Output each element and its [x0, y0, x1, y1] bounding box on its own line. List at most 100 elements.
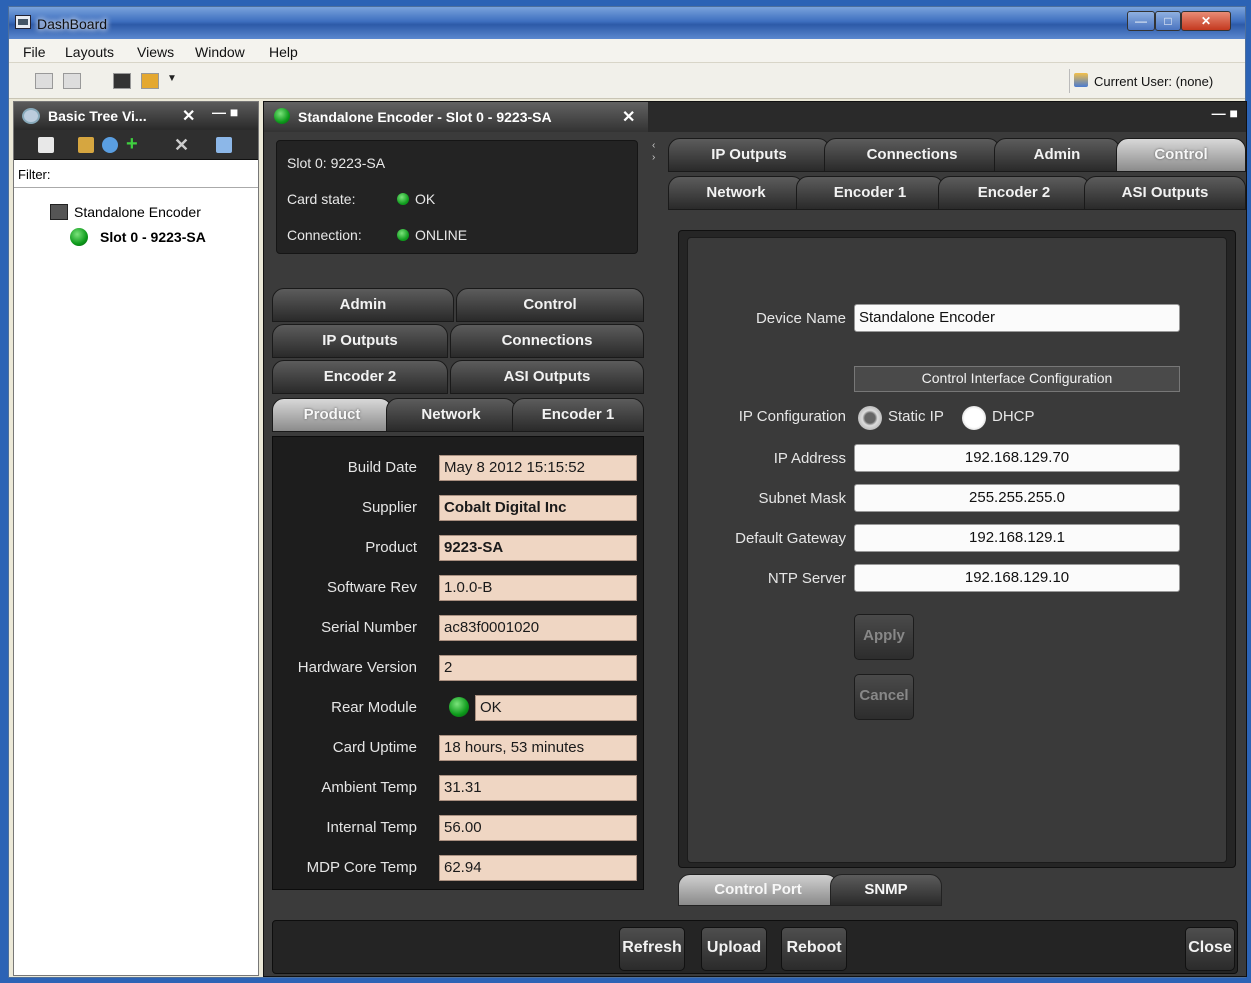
splitter-arrows-icon[interactable]: ‹ › [652, 140, 660, 166]
hardware-version-value: 2 [439, 655, 637, 681]
tab-product[interactable]: Product [272, 398, 392, 432]
static-ip-label: Static IP [888, 408, 944, 425]
encoder-minmax-icon[interactable]: — ■ [1212, 105, 1238, 121]
tab-control-port[interactable]: Control Port [678, 874, 838, 906]
upload-button[interactable]: Upload [701, 927, 767, 971]
dashboard-window: DashBoard — □ ✕ File Layouts Views Windo… [8, 6, 1247, 978]
save-icon[interactable] [35, 73, 53, 89]
copy-icon[interactable] [63, 73, 81, 89]
current-user: Current User: (none) [1069, 69, 1239, 93]
title-bar[interactable]: DashBoard — □ ✕ [9, 7, 1245, 39]
software-rev-label: Software Rev [326, 579, 417, 596]
tab-ip-outputs-right[interactable]: IP Outputs [668, 138, 830, 172]
reboot-button[interactable]: Reboot [781, 927, 847, 971]
tab-asi-outputs-left[interactable]: ASI Outputs [450, 360, 644, 394]
tab-encoder2-left[interactable]: Encoder 2 [272, 360, 448, 394]
hardware-version-label: Hardware Version [297, 659, 417, 676]
card-state-led-icon [397, 193, 409, 205]
camera-icon[interactable] [113, 73, 131, 89]
tree-tab-title: Basic Tree Vi... [48, 108, 147, 124]
encoder-close-icon[interactable]: ✕ [622, 107, 635, 127]
tab-network-left[interactable]: Network [386, 398, 516, 432]
connect-icon[interactable] [141, 73, 159, 89]
tree-root-item[interactable]: Standalone Encoder [74, 204, 201, 220]
mdp-core-temp-label: MDP Core Temp [306, 859, 417, 876]
tree-tab[interactable]: Basic Tree Vi... ✕ — ■ [14, 102, 258, 130]
menu-file[interactable]: File [23, 44, 46, 60]
save-tree-icon[interactable] [38, 137, 54, 153]
tab-control-right[interactable]: Control [1116, 138, 1246, 172]
ip-config-label: IP Configuration [738, 408, 846, 425]
dhcp-radio[interactable] [962, 406, 986, 430]
tab-admin-right[interactable]: Admin [994, 138, 1120, 172]
add-icon[interactable]: + [126, 134, 142, 154]
app-icon [15, 15, 31, 29]
control-port-panel: Device Name Standalone Encoder Control I… [687, 237, 1227, 863]
connection-label: Connection: [287, 227, 362, 243]
refresh-icon[interactable] [102, 137, 118, 153]
tab-asi-outputs-right[interactable]: ASI Outputs [1084, 176, 1246, 210]
encoder-panel: Standalone Encoder - Slot 0 - 9223-SA ✕ … [263, 101, 1247, 977]
tab-network-right[interactable]: Network [668, 176, 804, 210]
tab-encoder2-right[interactable]: Encoder 2 [938, 176, 1090, 210]
device-name-input[interactable]: Standalone Encoder [854, 304, 1180, 332]
serial-number-value: ac83f0001020 [439, 615, 637, 641]
ambient-temp-value: 31.31 [439, 775, 637, 801]
rear-module-value: OK [475, 695, 637, 721]
default-gateway-label: Default Gateway [735, 530, 846, 547]
dhcp-label: DHCP [992, 408, 1035, 425]
product-panel: Build Date May 8 2012 15:15:52 Supplier … [272, 436, 644, 890]
ntp-server-input[interactable]: 192.168.129.10 [854, 564, 1180, 592]
ip-address-input[interactable]: 192.168.129.70 [854, 444, 1180, 472]
encoder-status-icon [274, 108, 290, 124]
tree-minmax-icon[interactable]: — ■ [212, 104, 238, 120]
dropdown-arrow-icon[interactable]: ▼ [167, 73, 177, 84]
subnet-mask-label: Subnet Mask [758, 490, 846, 507]
connection-led-icon [397, 229, 409, 241]
tree-view-icon[interactable] [216, 137, 232, 153]
tab-control-left[interactable]: Control [456, 288, 644, 322]
menu-layouts[interactable]: Layouts [65, 44, 114, 60]
minimize-button[interactable]: — [1127, 11, 1155, 31]
menu-help[interactable]: Help [269, 44, 298, 60]
tab-encoder1-left[interactable]: Encoder 1 [512, 398, 644, 432]
tab-connections-left[interactable]: Connections [450, 324, 644, 358]
card-state-value: OK [415, 191, 436, 207]
supplier-label: Supplier [361, 499, 417, 516]
software-rev-value: 1.0.0-B [439, 575, 637, 601]
filter-field[interactable]: Filter: [14, 160, 258, 188]
remove-icon[interactable]: ✕ [174, 136, 190, 154]
apply-button[interactable]: Apply [854, 614, 914, 660]
current-user-label: Current User: (none) [1094, 74, 1214, 89]
tab-snmp[interactable]: SNMP [830, 874, 942, 906]
card-uptime-label: Card Uptime [332, 739, 417, 756]
default-gateway-input[interactable]: 192.168.129.1 [854, 524, 1180, 552]
wand-icon[interactable] [78, 137, 94, 153]
tree-panel: Basic Tree Vi... ✕ — ■ + ✕ Filter: Stand… [13, 101, 259, 976]
tab-connections-right[interactable]: Connections [824, 138, 1000, 172]
refresh-button[interactable]: Refresh [619, 927, 685, 971]
rear-module-label: Rear Module [331, 699, 417, 716]
product-value: 9223-SA [439, 535, 637, 561]
serial-number-label: Serial Number [321, 619, 417, 636]
action-bar: Refresh Upload Reboot Close [272, 920, 1238, 974]
menu-window[interactable]: Window [195, 44, 245, 60]
encoder-node-icon [50, 204, 68, 220]
card-uptime-value: 18 hours, 53 minutes [439, 735, 637, 761]
tab-ip-outputs-left[interactable]: IP Outputs [272, 324, 448, 358]
close-window-button[interactable]: ✕ [1181, 11, 1231, 31]
user-icon [1074, 73, 1088, 87]
tab-admin-left[interactable]: Admin [272, 288, 454, 322]
internal-temp-label: Internal Temp [326, 819, 417, 836]
tab-encoder1-right[interactable]: Encoder 1 [796, 176, 944, 210]
ntp-server-label: NTP Server [767, 570, 846, 587]
encoder-tab[interactable]: Standalone Encoder - Slot 0 - 9223-SA ✕ [264, 102, 648, 132]
close-button[interactable]: Close [1185, 927, 1235, 971]
cancel-button[interactable]: Cancel [854, 674, 914, 720]
tree-child-item[interactable]: Slot 0 - 9223-SA [100, 229, 206, 245]
tree-close-icon[interactable]: ✕ [182, 106, 195, 126]
menu-views[interactable]: Views [137, 44, 174, 60]
static-ip-radio[interactable] [858, 406, 882, 430]
subnet-mask-input[interactable]: 255.255.255.0 [854, 484, 1180, 512]
maximize-button[interactable]: □ [1155, 11, 1181, 31]
